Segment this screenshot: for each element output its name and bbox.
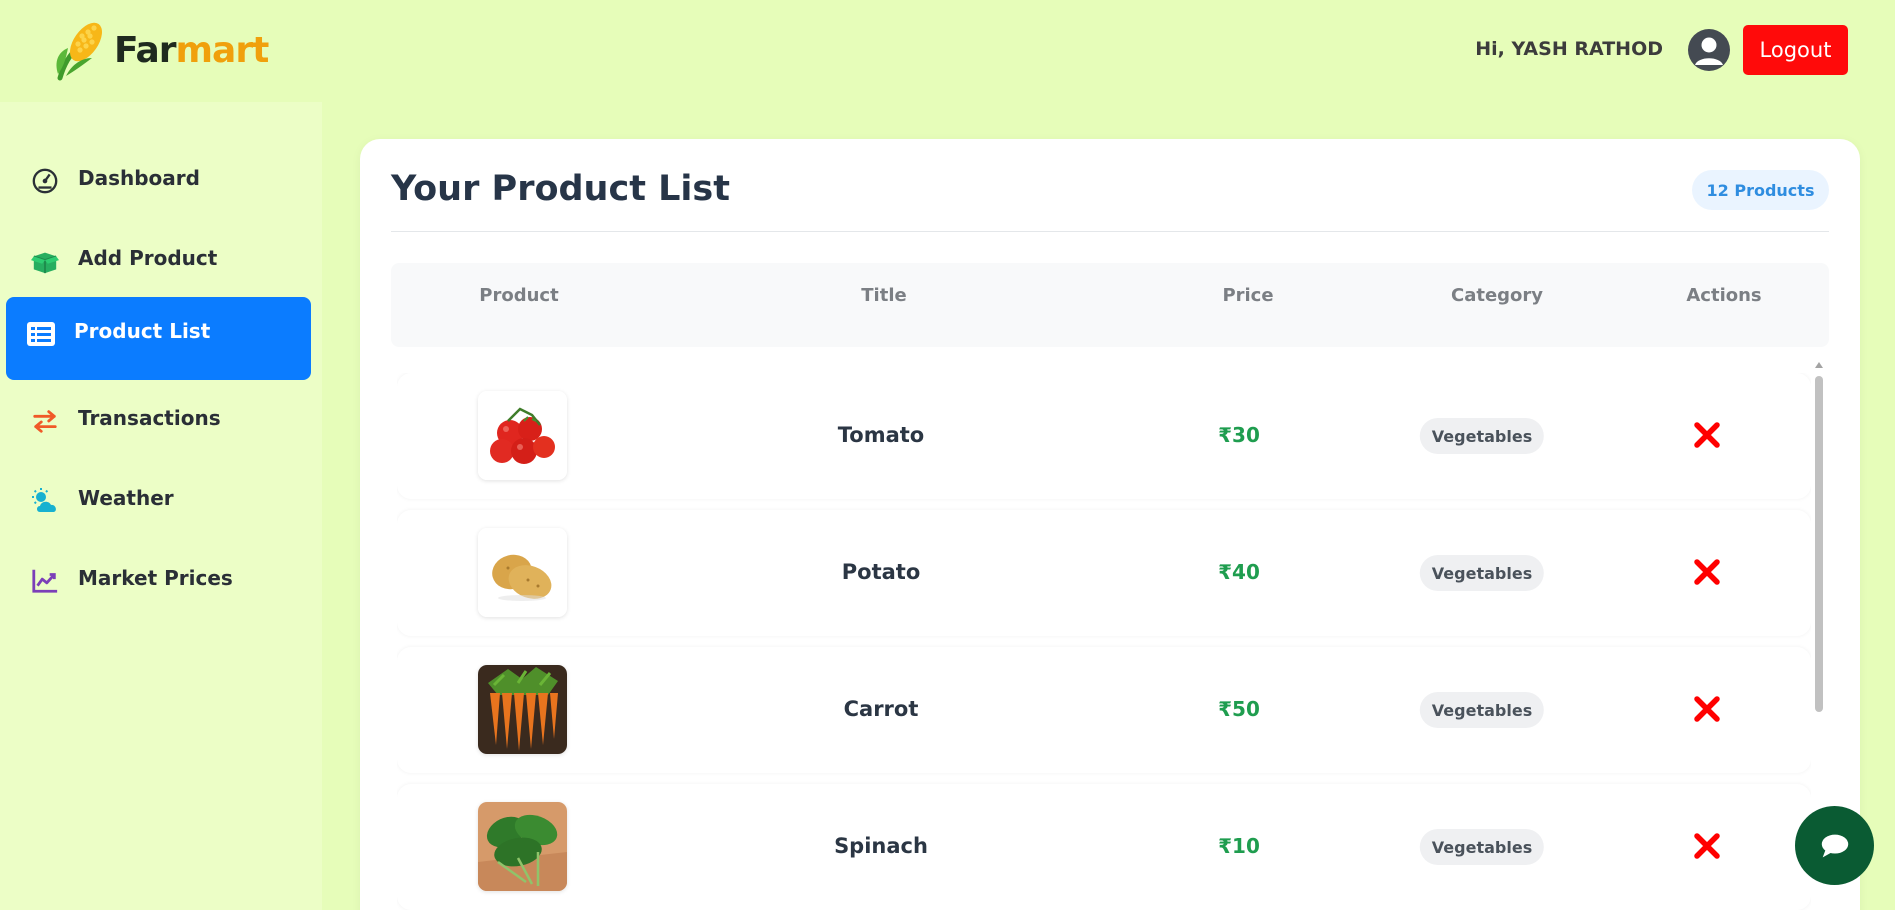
table-header: Product Title Price Category Actions	[391, 263, 1829, 347]
corn-icon	[56, 22, 102, 81]
product-price: ₹30	[1218, 423, 1260, 447]
table-row: Carrot ₹50 Vegetables	[397, 647, 1811, 773]
product-image-spinach	[478, 802, 567, 891]
sidebar: Dashboard Add Product Product List Trans…	[0, 102, 322, 910]
sidebar-item-product-list[interactable]: Product List	[6, 297, 311, 380]
category-badge: Vegetables	[1419, 418, 1545, 454]
table-row: Spinach ₹10 Vegetables	[397, 784, 1811, 910]
column-header-price: Price	[1222, 285, 1274, 306]
category-badge: Vegetables	[1419, 555, 1545, 591]
product-title: Carrot	[843, 697, 919, 721]
delete-button[interactable]	[1691, 419, 1723, 451]
divider	[391, 231, 1829, 232]
close-icon	[1694, 559, 1720, 585]
sidebar-item-label: Market Prices	[78, 566, 233, 590]
user-avatar-icon[interactable]	[1688, 29, 1730, 71]
weather-icon	[30, 486, 60, 516]
category-badge: Vegetables	[1419, 692, 1545, 728]
scroll-up-arrow-icon[interactable]	[1815, 362, 1823, 368]
close-icon	[1694, 833, 1720, 859]
close-icon	[1694, 696, 1720, 722]
product-title: Potato	[841, 560, 921, 584]
user-greeting: Hi, YASH RATHOD	[1475, 38, 1663, 60]
product-title: Spinach	[834, 834, 928, 858]
sidebar-item-weather[interactable]: Weather	[6, 464, 311, 547]
product-image-tomato	[478, 391, 567, 480]
column-header-product: Product	[479, 285, 559, 306]
column-header-actions: Actions	[1686, 285, 1762, 306]
box-icon	[30, 246, 60, 276]
product-price: ₹40	[1218, 560, 1260, 584]
logo-text: Farmart	[114, 29, 269, 71]
product-title: Tomato	[837, 423, 925, 447]
chat-button[interactable]	[1795, 806, 1874, 885]
column-header-category: Category	[1450, 285, 1544, 306]
exchange-icon	[30, 406, 60, 436]
product-image-carrot	[478, 665, 567, 754]
product-table-body: Tomato ₹30 Vegetables Potato ₹40 Vegetab…	[397, 373, 1811, 910]
product-price: ₹10	[1218, 834, 1260, 858]
product-image-potato	[478, 528, 567, 617]
top-header: Farmart Hi, YASH RATHOD Logout	[0, 0, 1895, 102]
farmart-logo[interactable]: Farmart	[52, 18, 269, 82]
product-price: ₹50	[1218, 697, 1260, 721]
sidebar-item-label: Transactions	[78, 406, 221, 430]
page-title: Your Product List	[391, 169, 730, 209]
scrollbar-thumb[interactable]	[1815, 376, 1823, 712]
chat-bubble-icon	[1821, 834, 1848, 857]
sidebar-item-label: Product List	[74, 319, 211, 343]
delete-button[interactable]	[1691, 693, 1723, 725]
category-badge: Vegetables	[1419, 829, 1545, 865]
column-header-title: Title	[861, 285, 907, 306]
dashboard-icon	[30, 166, 60, 196]
table-row: Potato ₹40 Vegetables	[397, 510, 1811, 636]
sidebar-item-dashboard[interactable]: Dashboard	[6, 144, 311, 227]
sidebar-item-transactions[interactable]: Transactions	[6, 384, 311, 467]
sidebar-item-add-product[interactable]: Add Product	[6, 224, 311, 307]
product-list-card: Your Product List 12 Products Product Ti…	[360, 139, 1860, 910]
list-icon	[26, 319, 56, 349]
chart-line-icon	[30, 566, 60, 596]
delete-button[interactable]	[1691, 830, 1723, 862]
product-count-badge: 12 Products	[1692, 170, 1829, 210]
sidebar-item-label: Add Product	[78, 246, 218, 270]
sidebar-item-label: Dashboard	[78, 166, 200, 190]
logout-button[interactable]: Logout	[1743, 25, 1848, 75]
close-icon	[1694, 422, 1720, 448]
table-row: Tomato ₹30 Vegetables	[397, 373, 1811, 499]
sidebar-item-label: Weather	[78, 486, 174, 510]
sidebar-item-market-prices[interactable]: Market Prices	[6, 544, 311, 627]
delete-button[interactable]	[1691, 556, 1723, 588]
